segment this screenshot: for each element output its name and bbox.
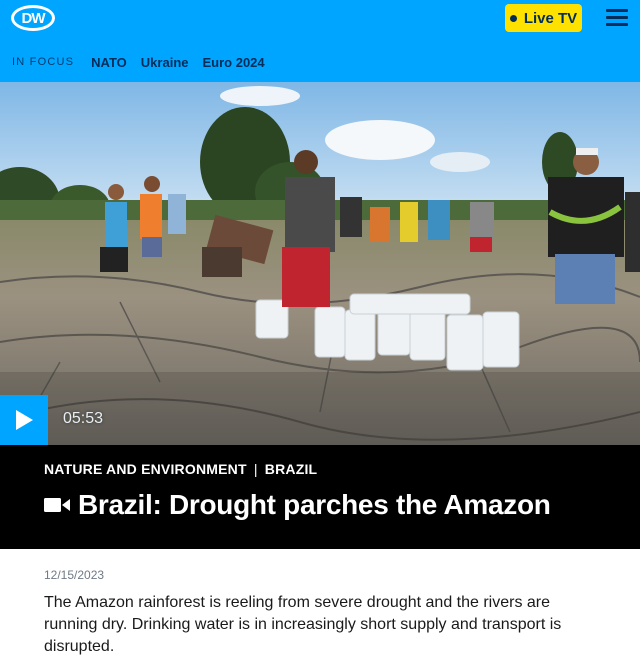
category-link[interactable]: NATURE AND ENVIRONMENT (44, 461, 247, 477)
focus-link-nato[interactable]: NATO (91, 55, 127, 70)
video-duration: 05:53 (63, 410, 104, 427)
region-link[interactable]: BRAZIL (265, 461, 318, 477)
article-teaser: The Amazon rainforest is reeling from se… (44, 594, 562, 655)
article-title-band: NATURE AND ENVIRONMENT | BRAZIL Brazil: … (0, 445, 640, 549)
article-body: 12/15/2023 The Amazon rainforest is reel… (0, 568, 640, 658)
live-tv-button[interactable]: Live TV (505, 4, 582, 32)
video-camera-icon (44, 498, 70, 512)
publish-date: 12/15/2023 (44, 568, 105, 582)
article-kicker: NATURE AND ENVIRONMENT | BRAZIL (44, 461, 318, 477)
play-button[interactable] (0, 395, 48, 445)
in-focus-label: IN FOCUS (12, 56, 75, 68)
headline-text: Brazil: Drought parches the Amazon (78, 489, 551, 520)
video-thumbnail (0, 82, 640, 445)
article-headline[interactable]: Brazil: Drought parches the Amazon (44, 489, 551, 521)
focus-link-euro-2024[interactable]: Euro 2024 (203, 55, 265, 70)
in-focus-nav: IN FOCUS NATO Ukraine Euro 2024 (12, 55, 279, 70)
dw-logo[interactable]: DW (11, 5, 55, 31)
focus-link-ukraine[interactable]: Ukraine (141, 55, 189, 70)
live-dot-icon (509, 14, 517, 22)
site-header: DW Live TV IN FOCUS NATO Ukraine Euro 20… (0, 0, 640, 82)
live-tv-label: Live TV (523, 9, 578, 27)
hamburger-menu-icon[interactable] (606, 9, 628, 27)
play-icon (16, 410, 33, 430)
video-player[interactable]: 05:53 (0, 82, 640, 445)
